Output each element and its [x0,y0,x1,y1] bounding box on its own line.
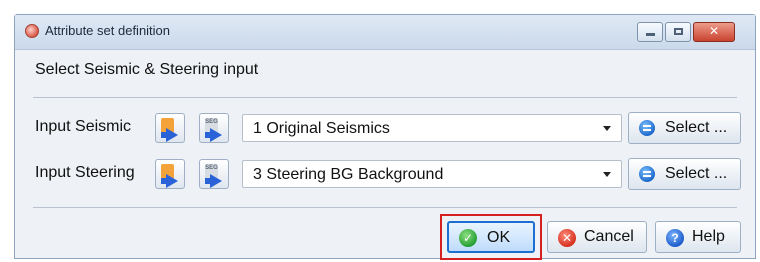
close-icon: ✕ [708,24,720,38]
check-icon: ✓ [459,229,477,247]
attribute-set-dialog: Attribute set definition ✕ Select Seismi… [14,14,756,260]
window-title: Attribute set definition [45,23,171,38]
title-bar: Attribute set definition ✕ [15,15,755,50]
seismic-combo-value: 1 Original Seismics [253,120,390,137]
input-seismic-label: Input Seismic [35,118,132,135]
steering-select-button[interactable]: Select ... [628,158,741,190]
help-button[interactable]: ? Help [655,221,741,253]
seismic-select-label: Select ... [665,119,728,136]
import-steering-file-button[interactable] [155,159,185,189]
divider-bottom [33,207,737,208]
maximize-icon [674,28,683,35]
help-label: Help [692,228,725,245]
divider-top [33,97,737,98]
seismic-select-button[interactable]: Select ... [628,112,741,144]
cancel-label: Cancel [584,228,634,245]
arrow-right-icon [166,174,178,188]
minimize-icon [646,33,655,36]
steering-combo[interactable]: 3 Steering BG Background [242,160,622,188]
database-icon [639,120,655,136]
ok-label: OK [487,229,511,246]
import-steering-segy-button[interactable]: SEG [199,159,229,189]
cancel-button[interactable]: ✕ Cancel [547,221,647,253]
section-title: Select Seismic & Steering input [35,61,259,78]
seismic-combo[interactable]: 1 Original Seismics [242,114,622,142]
import-seismic-file-button[interactable] [155,113,185,143]
cancel-icon: ✕ [558,229,576,247]
chevron-down-icon [603,126,611,131]
import-seismic-segy-button[interactable]: SEG [199,113,229,143]
maximize-button[interactable] [665,22,691,42]
database-icon [639,166,655,182]
steering-combo-value: 3 Steering BG Background [253,166,444,183]
help-icon: ? [666,229,684,247]
ok-button[interactable]: ✓ OK [447,221,535,253]
arrow-right-icon [210,174,222,188]
arrow-right-icon [210,128,222,142]
minimize-button[interactable] [637,22,663,42]
steering-select-label: Select ... [665,165,728,182]
input-steering-label: Input Steering [35,164,135,181]
chevron-down-icon [603,172,611,177]
close-button[interactable]: ✕ [693,22,735,42]
app-icon [25,24,39,38]
arrow-right-icon [166,128,178,142]
